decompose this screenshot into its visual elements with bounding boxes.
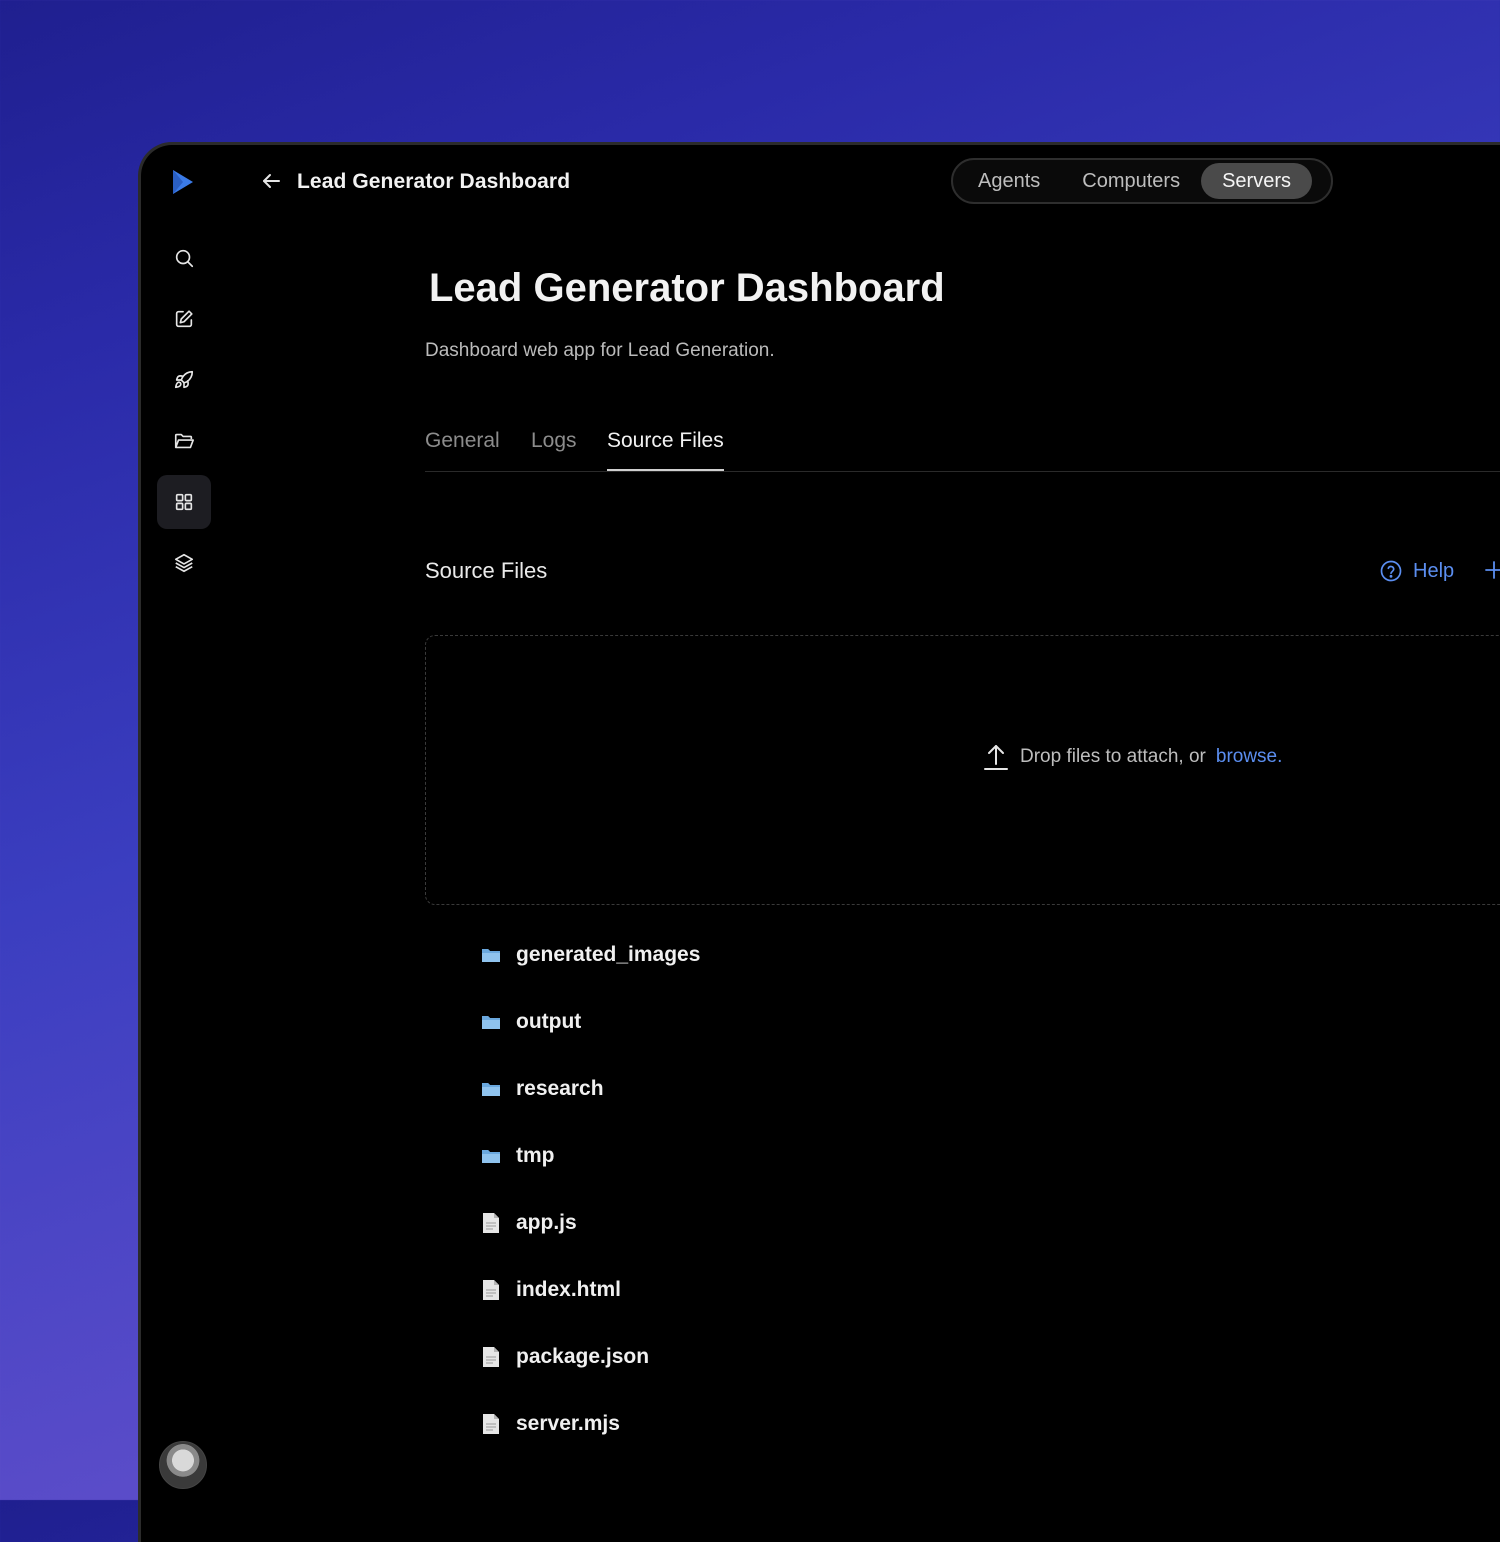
- sidebar-item-deploy[interactable]: [157, 353, 211, 407]
- folder-icon: [482, 1083, 500, 1096]
- sidebar-item-search[interactable]: [157, 231, 211, 285]
- rocket-icon: [174, 370, 194, 389]
- folder-icon: [482, 949, 500, 962]
- sidebar-item-edit[interactable]: [157, 292, 211, 346]
- file-icon: [483, 1213, 499, 1233]
- page-title: Lead Generator Dashboard: [429, 266, 945, 310]
- app-window: Lead Generator Dashboard Agents Computer…: [138, 142, 1500, 1542]
- list-item[interactable]: app.js: [481, 1206, 577, 1240]
- logo-icon: [173, 170, 193, 194]
- grid-icon: [175, 493, 193, 511]
- help-label: Help: [1413, 560, 1455, 582]
- file-name: research: [516, 1077, 604, 1100]
- dropzone-text: Drop files to attach, or: [1020, 746, 1206, 767]
- list-item[interactable]: package.json: [481, 1340, 649, 1374]
- tab-bar: General Logs Source Files: [425, 427, 1500, 472]
- section-title: Source Files: [425, 558, 548, 583]
- help-button[interactable]: Help: [1379, 557, 1454, 585]
- avatar[interactable]: [159, 1441, 207, 1489]
- add-icon[interactable]: [1483, 559, 1500, 581]
- sidebar-item-layers[interactable]: [157, 536, 211, 590]
- file-name: generated_images: [516, 943, 701, 966]
- file-name: tmp: [516, 1144, 555, 1167]
- file-icon: [483, 1280, 499, 1300]
- page-description: Dashboard web app for Lead Generation.: [425, 340, 775, 361]
- list-item[interactable]: tmp: [481, 1139, 555, 1173]
- tab-general[interactable]: General: [425, 427, 500, 469]
- nav-agents[interactable]: Agents: [957, 163, 1061, 199]
- tab-logs[interactable]: Logs: [531, 427, 577, 469]
- help-circle-icon: [1380, 560, 1402, 582]
- dropzone-prompt: Drop files to attach, or browse.: [982, 742, 1282, 772]
- layers-icon: [174, 553, 194, 573]
- file-icon: [483, 1347, 499, 1367]
- header-title: Lead Generator Dashboard: [297, 170, 571, 193]
- list-item[interactable]: index.html: [481, 1273, 621, 1307]
- search-icon: [175, 249, 194, 268]
- file-name: package.json: [516, 1345, 650, 1368]
- browse-link[interactable]: browse.: [1216, 745, 1283, 769]
- file-icon: [483, 1414, 499, 1434]
- top-nav-segmented: Agents Computers Servers: [951, 158, 1333, 204]
- sidebar-rail: [141, 145, 229, 1542]
- sidebar-item-files[interactable]: [157, 414, 211, 468]
- file-name: app.js: [516, 1211, 577, 1234]
- nav-servers[interactable]: Servers: [1201, 163, 1312, 199]
- file-name: output: [516, 1010, 582, 1033]
- file-name: index.html: [516, 1278, 622, 1301]
- sidebar-item-apps[interactable]: [157, 475, 211, 529]
- file-name: server.mjs: [516, 1412, 620, 1435]
- nav-computers[interactable]: Computers: [1061, 163, 1201, 199]
- tab-source-files[interactable]: Source Files: [607, 427, 724, 471]
- upload-icon: [984, 745, 1008, 770]
- list-item[interactable]: server.mjs: [481, 1407, 620, 1441]
- folder-icon: [482, 1016, 500, 1029]
- folder-open-icon: [174, 433, 194, 449]
- back-arrow-icon[interactable]: [259, 169, 283, 193]
- list-item[interactable]: generated_images: [481, 938, 700, 972]
- list-item[interactable]: research: [481, 1072, 604, 1106]
- folder-icon: [482, 1150, 500, 1163]
- list-item[interactable]: output: [481, 1005, 581, 1039]
- file-dropzone[interactable]: Drop files to attach, or browse.: [425, 635, 1500, 905]
- edit-icon: [175, 310, 193, 328]
